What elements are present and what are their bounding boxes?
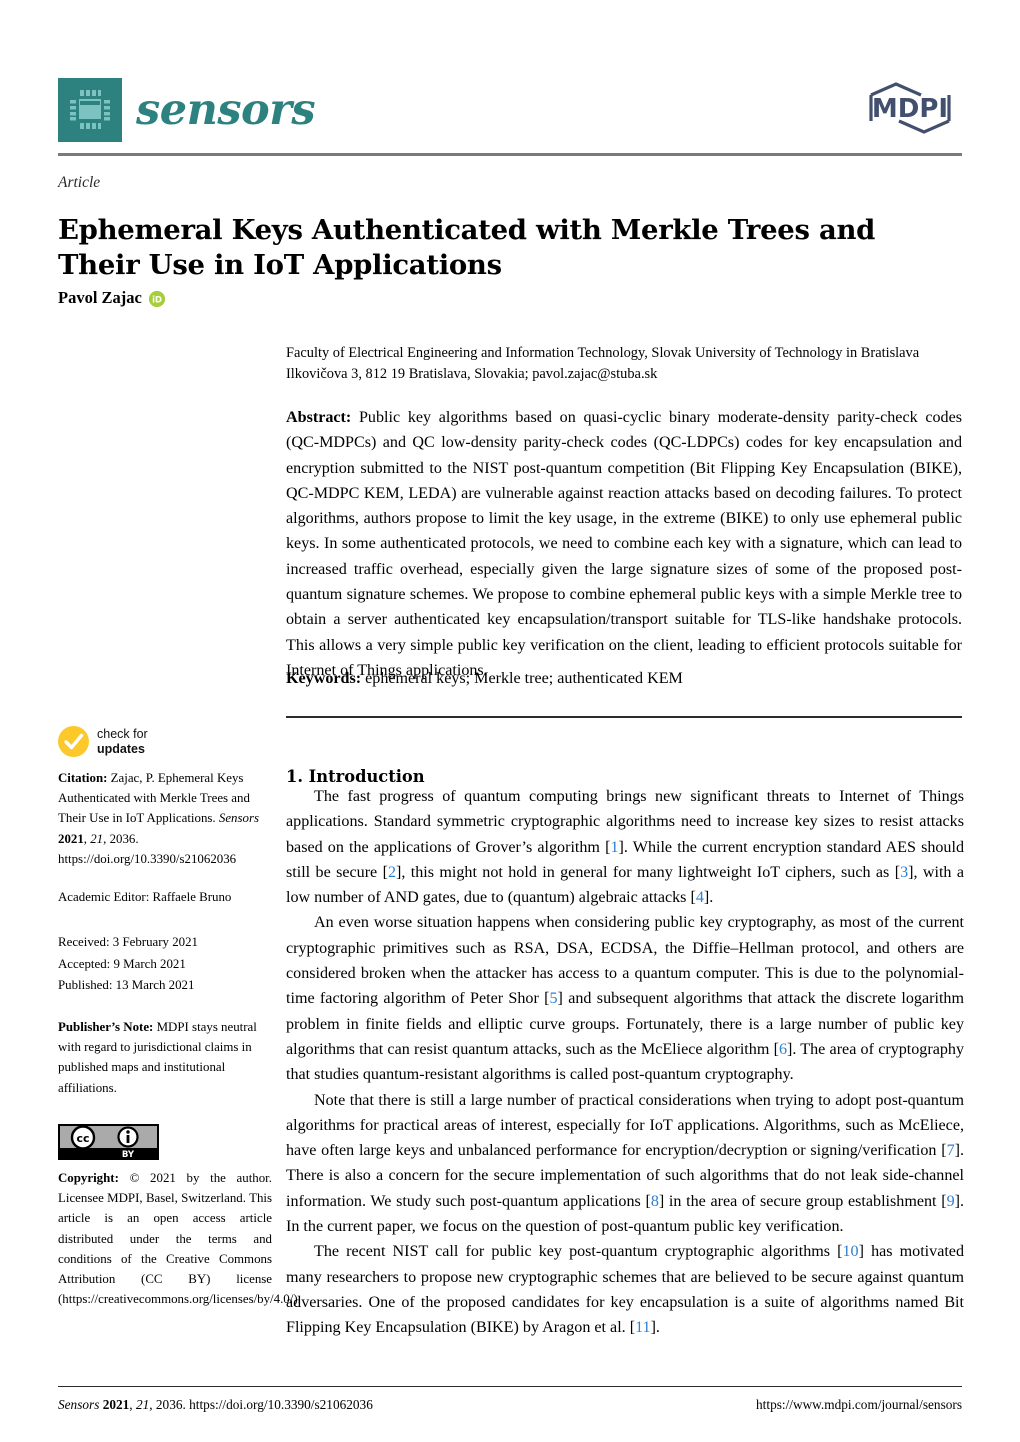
academic-editor-block: Academic Editor: Raffaele Bruno [58,890,272,905]
received-label: Received: [58,935,110,949]
footer-divider [58,1386,962,1388]
citation-reference-link[interactable]: 8 [651,1193,659,1210]
citation-reference-link[interactable]: 3 [900,864,908,881]
paragraph: The recent NIST call for public key post… [286,1239,964,1340]
check-circle-icon [58,726,89,757]
footer-citation-tail: , 2036. https://doi.org/10.3390/s2106203… [149,1397,373,1412]
affiliation-line-2: Ilkovičova 3, 812 19 Bratislava, Slovaki… [286,365,658,382]
abstract-label: Abstract: [286,409,352,426]
citation-reference-link[interactable]: 1 [610,839,618,856]
paragraph-text: The recent NIST call for public key post… [314,1243,843,1261]
orcid-id-icon[interactable]: iD [148,291,165,307]
footer-journal: Sensors [58,1397,100,1412]
citation-journal: Sensors [218,811,259,826]
citation-reference-link[interactable]: 4 [696,889,704,906]
keywords-label: Keywords: [286,670,362,687]
paragraph-text: ] in the area of secure group establishm… [658,1192,947,1210]
author-name: Pavol Zajac [58,288,142,307]
paragraph: An even worse situation happens when con… [286,910,964,1087]
citation-reference-link[interactable]: 11 [635,1319,651,1336]
citation-reference-link[interactable]: 2 [388,864,396,881]
accepted-value: 9 March 2021 [113,956,186,971]
keywords-text: ephemeral keys; Merkle tree; authenticat… [365,670,683,687]
check-updates-line-1: check for [97,727,148,741]
microchip-icon [58,78,122,142]
published-label: Published: [58,978,113,992]
date-row: Published: 13 March 2021 [58,975,272,997]
footer-volume: 21 [135,1397,150,1412]
journal-name: sensors [136,85,316,135]
copyright-text: © 2021 by the author. Licensee MDPI, Bas… [58,1171,301,1307]
introduction-body: The fast progress of quantum computing b… [286,784,964,1341]
paragraph-text: ], this might not hold in general for ma… [395,863,901,881]
creative-commons-by-icon[interactable]: cc BY [58,1124,159,1160]
paper-page: sensors MDPI Article Ephemeral Keys Auth… [0,0,1020,1442]
svg-text:iD: iD [152,294,162,304]
author-affiliation: Faculty of Electrical Engineering and In… [286,343,962,384]
paragraph-text: ]. [703,889,714,907]
article-type-label: Article [58,174,101,191]
paragraph-text: Note that there is still a large number … [286,1091,964,1160]
citation-article-number: 2036. [109,831,139,846]
section-divider [286,716,962,718]
abstract-text: Public key algorithms based on quasi-cyc… [286,409,962,679]
abstract-section: Abstract: Public key algorithms based on… [286,405,962,683]
citation-block: Citation: Zajac, P. Ephemeral Keys Authe… [58,771,259,866]
masthead: sensors MDPI [58,78,962,154]
affiliation-line-1: Faculty of Electrical Engineering and In… [286,345,920,361]
citation-doi[interactable]: https://doi.org/10.3390/s21062036 [58,852,236,866]
citation-reference-link[interactable]: 10 [843,1243,859,1260]
footer-citation: Sensors 2021, 21, 2036. https://doi.org/… [58,1397,373,1412]
citation-year: 2021 [58,831,84,846]
check-updates-line-2: updates [97,741,145,756]
citation-label: Citation: [58,771,108,785]
paragraph: Note that there is still a large number … [286,1088,964,1240]
masthead-divider [58,153,962,156]
citation-volume: 21 [90,831,104,846]
svg-text:BY: BY [122,1150,135,1160]
mdpi-logo-icon[interactable]: MDPI [858,80,962,136]
accepted-label: Accepted: [58,956,111,971]
date-row: Accepted: 9 March 2021 [58,954,272,976]
citation-reference-link[interactable]: 7 [947,1142,955,1159]
footer-journal-url[interactable]: https://www.mdpi.com/journal/sensors [756,1397,962,1413]
svg-text:MDPI: MDPI [872,94,948,124]
footer-year: 2021 [102,1397,130,1412]
author-line: Pavol Zajac iD [58,288,165,308]
copyright-block: Copyright: © 2021 by the author. License… [58,1168,301,1309]
academic-editor-name: Raffaele Bruno [152,890,232,904]
published-value: 13 March 2021 [115,978,195,992]
paragraph: The fast progress of quantum computing b… [286,784,964,910]
svg-text:cc: cc [76,1132,89,1145]
journal-logo[interactable]: sensors [58,78,316,142]
received-value: 3 February 2021 [112,935,198,949]
page-title: Ephemeral Keys Authenticated with Merkle… [58,214,876,282]
check-for-updates-label: check for updates [97,727,148,756]
citation-reference-link[interactable]: 9 [947,1193,955,1210]
publication-dates: Received: 3 February 2021 Accepted: 9 Ma… [58,932,272,997]
citation-reference-link[interactable]: 5 [550,990,558,1007]
copyright-label: Copyright: [58,1171,119,1185]
keywords-section: Keywords: ephemeral keys; Merkle tree; a… [286,666,962,691]
publishers-note-label: Publisher’s Note: [58,1020,154,1034]
academic-editor-label: Academic Editor: [58,890,150,904]
date-row: Received: 3 February 2021 [58,932,272,954]
section-heading-introduction: 1. Introduction [286,766,425,786]
paragraph-text: ]. [650,1319,660,1337]
check-for-updates-badge[interactable]: check for updates [58,726,148,757]
citation-reference-link[interactable]: 6 [779,1041,787,1058]
publishers-note: Publisher’s Note: MDPI stays neutral wit… [58,1017,272,1098]
